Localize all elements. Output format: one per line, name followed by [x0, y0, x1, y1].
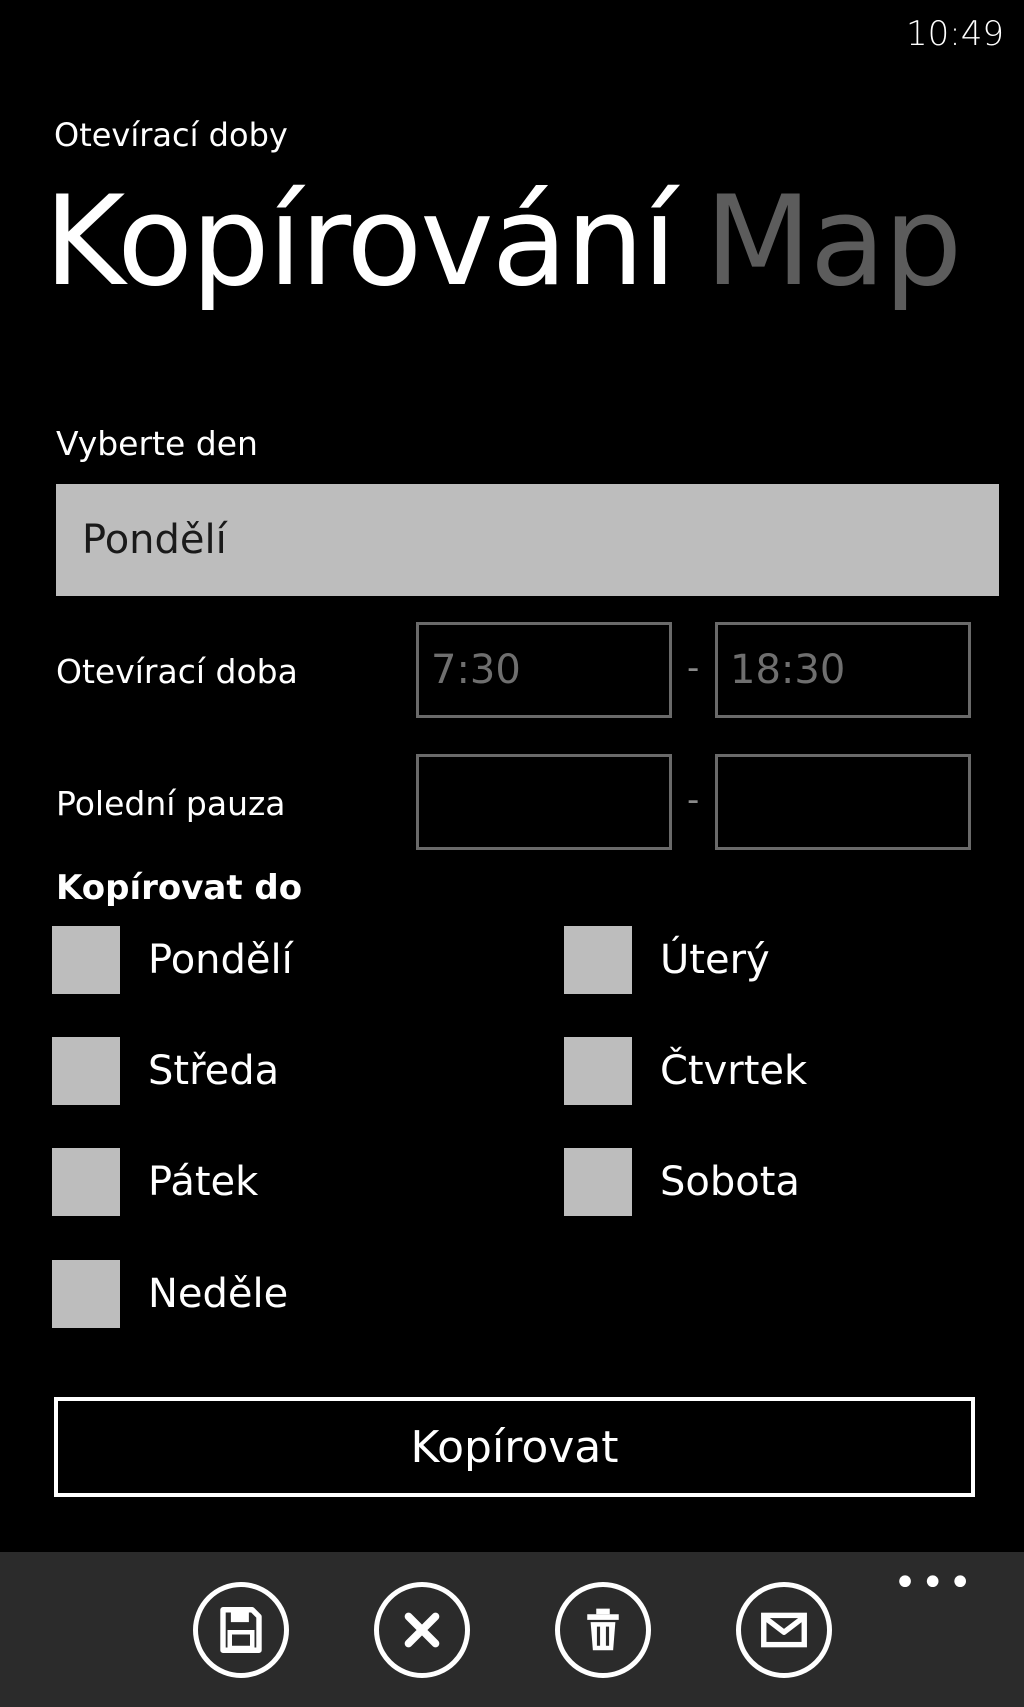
checkbox-tuesday[interactable]: Úterý	[564, 926, 770, 994]
email-button[interactable]	[736, 1582, 832, 1678]
checkbox-label: Úterý	[660, 937, 770, 983]
more-menu-ellipsis[interactable]: •••	[893, 1560, 976, 1606]
pivot-item-map[interactable]: Map	[705, 170, 963, 314]
opening-from-value: 7:30	[431, 647, 521, 693]
status-time: 10:49	[906, 14, 1004, 54]
checkbox-label: Pátek	[148, 1159, 259, 1205]
checkbox-box[interactable]	[52, 1260, 120, 1328]
copy-to-label: Kopírovat do	[56, 868, 303, 908]
checkbox-label: Čtvrtek	[660, 1048, 808, 1094]
lunch-dash: -	[687, 780, 700, 820]
email-icon	[761, 1612, 807, 1648]
checkbox-friday[interactable]: Pátek	[52, 1148, 258, 1216]
checkbox-thursday[interactable]: Čtvrtek	[564, 1037, 807, 1105]
cancel-button[interactable]	[374, 1582, 470, 1678]
opening-to-value: 18:30	[730, 647, 846, 693]
day-select-value: Pondělí	[82, 517, 227, 563]
save-button[interactable]	[193, 1582, 289, 1678]
checkbox-label: Středa	[148, 1048, 280, 1094]
checkbox-saturday[interactable]: Sobota	[564, 1148, 800, 1216]
lunch-break-label: Polední pauza	[56, 784, 286, 823]
checkbox-sunday[interactable]: Neděle	[52, 1260, 288, 1328]
opening-dash: -	[687, 648, 700, 688]
checkbox-box[interactable]	[52, 1037, 120, 1105]
day-select-label: Vyberte den	[56, 424, 258, 463]
checkbox-box[interactable]	[52, 1148, 120, 1216]
delete-button[interactable]	[555, 1582, 651, 1678]
close-icon	[404, 1612, 440, 1648]
checkbox-box[interactable]	[564, 1037, 632, 1105]
save-icon	[220, 1607, 262, 1653]
checkbox-box[interactable]	[564, 1148, 632, 1216]
checkbox-wednesday[interactable]: Středa	[52, 1037, 279, 1105]
copy-button[interactable]: Kopírovat	[54, 1397, 975, 1497]
opening-to-input[interactable]: 18:30	[715, 622, 971, 718]
checkbox-box[interactable]	[564, 926, 632, 994]
checkbox-label: Sobota	[660, 1159, 800, 1205]
delete-icon	[587, 1608, 619, 1651]
lunch-to-input[interactable]	[715, 754, 971, 850]
checkbox-label: Neděle	[148, 1271, 289, 1317]
checkbox-box[interactable]	[52, 926, 120, 994]
app-title: Otevírací doby	[54, 116, 288, 154]
opening-hours-label: Otevírací doba	[56, 652, 298, 691]
app-bar: •••	[0, 1552, 1024, 1707]
opening-from-input[interactable]: 7:30	[416, 622, 672, 718]
pivot-header: Kopírování Map	[44, 180, 962, 304]
pivot-item-copy[interactable]: Kopírování	[44, 170, 677, 314]
day-select[interactable]: Pondělí	[56, 484, 999, 596]
checkbox-label: Pondělí	[148, 937, 293, 983]
checkbox-monday[interactable]: Pondělí	[52, 926, 293, 994]
lunch-from-input[interactable]	[416, 754, 672, 850]
